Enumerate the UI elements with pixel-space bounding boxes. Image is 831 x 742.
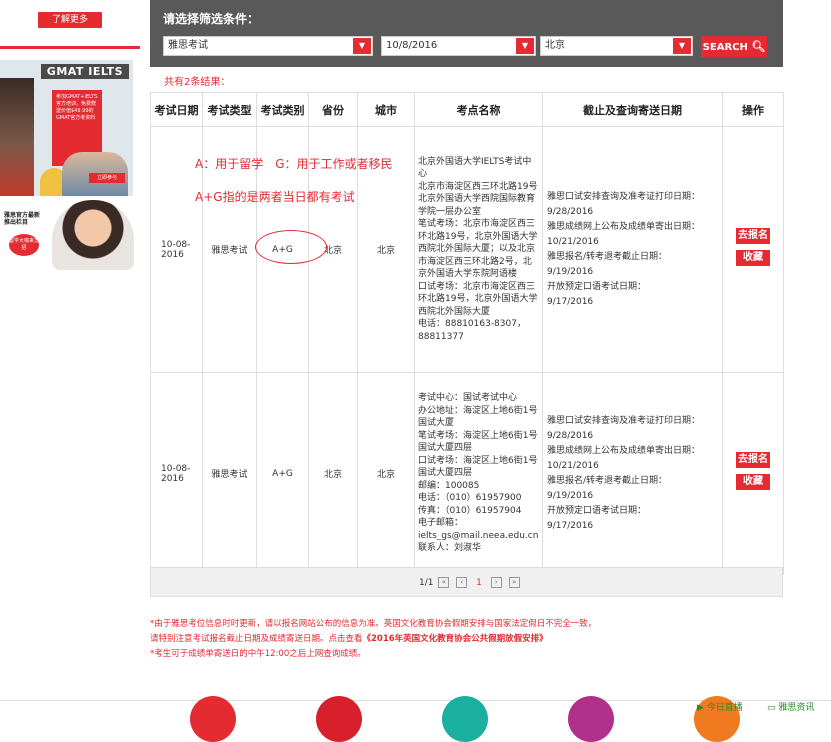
notes-section: *由于雅思考位信息时时更新，请以报名网站公布的信息为准。英国文化教育协会假期安排…	[150, 617, 596, 662]
chevron-down-icon[interactable]: ▼	[673, 38, 691, 54]
ad-join-button[interactable]: 立即参与	[89, 173, 125, 183]
venue-cell: 考试中心：国试考试中心 办公地址：海淀区上地6街1号 国试大厦 笔试考场：海淀区…	[414, 372, 543, 575]
column-header: 考试类别	[256, 92, 309, 127]
prev-page-icon[interactable]: ‹	[456, 577, 468, 588]
chevron-down-icon[interactable]: ▼	[353, 38, 371, 54]
gmat-ielts-logo: GMAT IELTS	[40, 64, 129, 79]
exam-type-value: 雅思考试	[168, 40, 208, 51]
sidebar-divider	[0, 46, 140, 49]
sidebar: 了解更多 GMAT IELTS 参加GMAT+IELTS官方培训，免费赠送价值$…	[0, 0, 140, 710]
exam-type-select[interactable]: 雅思考试 ▼	[163, 36, 373, 56]
note-line: *由于雅思考位信息时时更新，请以报名网站公布的信息为准。英国文化教育协会假期安排…	[150, 619, 597, 629]
action-cell: 去报名 收藏	[722, 372, 784, 575]
search-button[interactable]: SEARCH 🔍︎	[701, 36, 767, 57]
gmat-ielts-ad-banner[interactable]: GMAT IELTS 参加GMAT+IELTS官方培训，免费赠送价值$49.99…	[0, 60, 133, 196]
filter-title: 请选择筛选条件：	[163, 12, 260, 26]
chevron-down-icon[interactable]: ▼	[516, 38, 534, 54]
ad-column-badge: 留学大咖来支招	[9, 234, 39, 256]
action-cell: 去报名 收藏	[722, 126, 784, 373]
circle-icon[interactable]	[316, 696, 362, 742]
live-link[interactable]: ▶ 今日直播	[697, 700, 743, 713]
note-line: *考生可于成绩单寄送日的中午12:00之后上网查询成绩。	[150, 649, 366, 659]
table-header-row: 考试日期 考试类型 考试类别 省份 城市 考点名称 截止及查询寄送日期 操作	[150, 92, 784, 127]
current-page-number[interactable]: 1	[476, 578, 482, 588]
province-cell: 北京	[308, 372, 358, 575]
circle-icon[interactable]	[190, 696, 236, 742]
circle-icon[interactable]	[568, 696, 614, 742]
annotation-text: A：用于留学 G：用于工作或者移民	[195, 157, 393, 171]
first-page-icon[interactable]: «	[438, 577, 450, 588]
next-page-icon[interactable]: ›	[490, 577, 502, 588]
exam-date-cell: 10-08-2016	[150, 372, 203, 575]
deadline-cell: 雅思口试安排查询及准考证打印日期： 9/28/2016 雅思成绩网上公布及成绩单…	[542, 126, 723, 373]
ielts-column-ad-banner[interactable]: 雅思官方最新推出栏目 留学大咖来支招	[0, 198, 134, 272]
ad-photo-person	[0, 78, 34, 196]
document-icon: ▭	[767, 703, 776, 713]
ad-photo-person	[52, 200, 134, 270]
play-icon: ▶	[697, 703, 704, 713]
venue-cell: 北京外国语大学IELTS考试中心 北京市海淀区西三环北路19号北京外国语大学西院…	[414, 126, 543, 373]
page-summary: 1/1	[419, 578, 434, 588]
annotation-text: A+G指的是两者当日都有考试	[195, 190, 355, 204]
annotation-ellipse	[255, 230, 327, 264]
column-header: 考试类型	[202, 92, 257, 127]
exam-type-cell: 雅思考试	[202, 372, 257, 575]
column-header: 省份	[308, 92, 358, 127]
learn-more-button[interactable]: 了解更多	[38, 12, 102, 28]
deadline-cell: 雅思口试安排查询及准考证打印日期： 9/28/2016 雅思成绩网上公布及成绩单…	[542, 372, 723, 575]
favorite-button[interactable]: 收藏	[736, 473, 770, 490]
search-button-label: SEARCH	[702, 42, 748, 53]
note-line: 请特别注意考试报名截止日期及成绩寄送日期。点击查看《2016年英国文化教育协会公…	[150, 632, 596, 647]
favorite-button[interactable]: 收藏	[736, 249, 770, 266]
register-button[interactable]: 去报名	[736, 451, 770, 468]
city-value: 北京	[545, 40, 565, 51]
exam-category-cell: A+G	[256, 372, 309, 575]
register-button[interactable]: 去报名	[736, 227, 770, 244]
city-cell: 北京	[357, 372, 415, 575]
circle-icon[interactable]	[442, 696, 488, 742]
date-value: 10/8/2016	[386, 40, 438, 51]
table-row: 10-08-2016 雅思考试 A+G 北京 北京 考试中心：国试考试中心 办公…	[150, 372, 784, 575]
ad-column-text: 雅思官方最新推出栏目	[4, 212, 41, 226]
live-label: 今日直播	[706, 703, 743, 713]
date-select[interactable]: 10/8/2016 ▼	[381, 36, 536, 56]
column-header: 操作	[722, 92, 784, 127]
column-header: 考点名称	[414, 92, 543, 127]
column-header: 截止及查询寄送日期	[542, 92, 723, 127]
pagination-bar: 1/1 « ‹ 1 › »	[150, 567, 783, 597]
pagination: 1/1 « ‹ 1 › »	[419, 577, 522, 588]
last-page-icon[interactable]: »	[508, 577, 520, 588]
holiday-schedule-link[interactable]: 《2016年英国文化教育协会公共假期放假安排》	[363, 634, 548, 644]
news-link[interactable]: ▭ 雅思资讯	[767, 700, 814, 713]
city-select[interactable]: 北京 ▼	[540, 36, 693, 56]
result-count: 共有2条结果：	[164, 77, 231, 88]
search-icon: 🔍︎	[751, 40, 766, 53]
column-header: 考试日期	[150, 92, 203, 127]
news-label: 雅思资讯	[778, 703, 815, 713]
column-header: 城市	[357, 92, 415, 127]
note-text: 请特别注意考试报名截止日期及成绩寄送日期。点击查看	[150, 634, 363, 644]
filter-panel: 请选择筛选条件： 雅思考试 ▼ 10/8/2016 ▼ 北京 ▼ SEARCH …	[150, 0, 783, 67]
